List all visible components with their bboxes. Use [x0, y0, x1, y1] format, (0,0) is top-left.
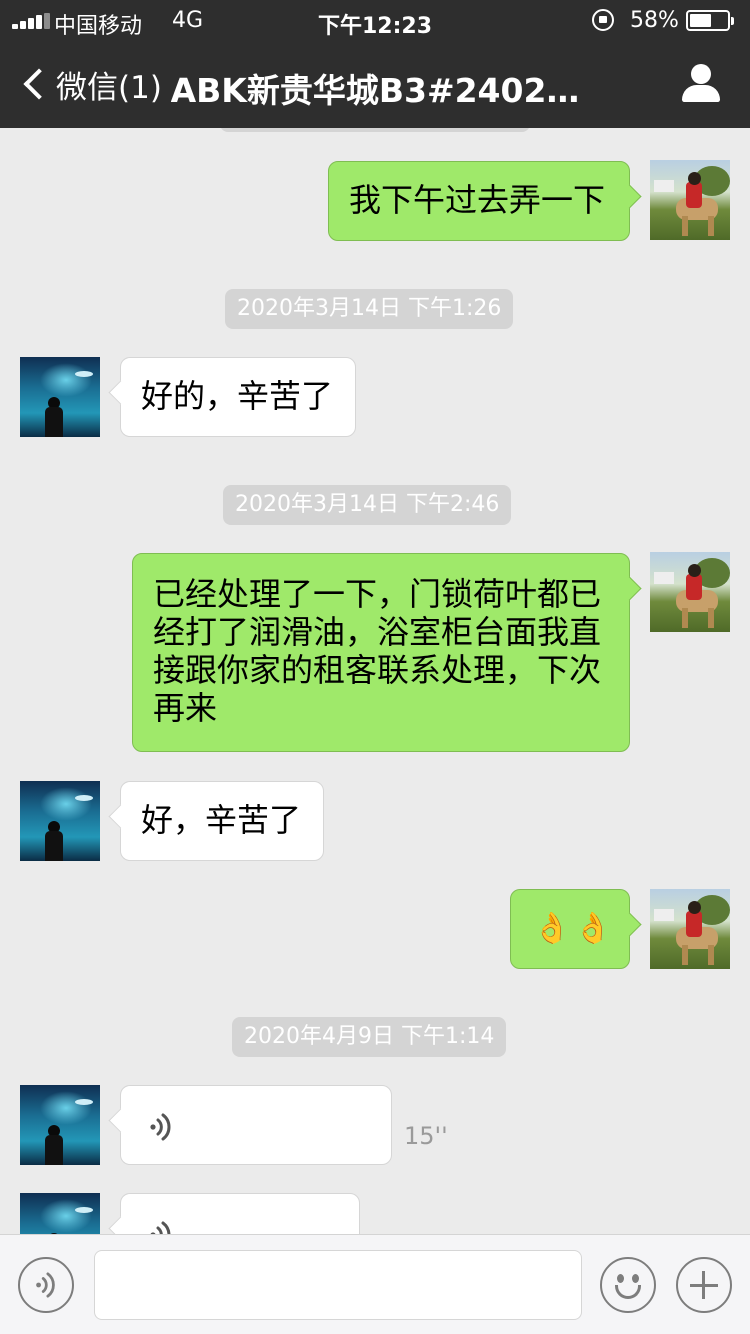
top-bar: 中国移动 4G 下午12:23 58% 微信(1) ABK新贵华城B3#2402…: [0, 0, 750, 128]
message-bubble-sent[interactable]: 我下午过去弄一下: [328, 161, 630, 241]
emoji-button[interactable]: [600, 1257, 656, 1313]
voice-wave-icon: [150, 1113, 171, 1141]
contact-avatar[interactable]: [20, 357, 100, 437]
my-avatar[interactable]: [650, 552, 730, 632]
timestamp: 2020年3月14日 下午2:46: [223, 485, 512, 525]
message-bubble-sent[interactable]: 已经处理了一下，门锁荷叶都已 经打了润滑油，浴室柜台面我直 接跟你家的租客联系处…: [132, 553, 630, 752]
voice-message-bubble[interactable]: [120, 1085, 392, 1165]
voice-duration: 15'': [404, 1122, 448, 1150]
my-avatar[interactable]: [650, 160, 730, 240]
message-bubble-sent[interactable]: 👌 👌: [510, 889, 630, 969]
emoji-message: 👌 👌: [511, 890, 629, 968]
timestamp-partial: [220, 128, 530, 132]
contact-avatar[interactable]: [20, 1193, 100, 1234]
message-line: 接跟你家的租客联系处理，下次: [153, 651, 602, 689]
message-text-multiline: 已经处理了一下，门锁荷叶都已 经打了润滑油，浴室柜台面我直 接跟你家的租客联系处…: [133, 554, 629, 746]
plus-icon[interactable]: [676, 1257, 732, 1313]
timestamp: 2020年4月9日 下午1:14: [232, 1017, 507, 1057]
message-bubble-received[interactable]: 好，辛苦了: [120, 781, 324, 861]
chat-title: ABK新贵华城B3#2402…: [0, 64, 750, 112]
voice-message-bubble[interactable]: [120, 1193, 360, 1234]
my-avatar[interactable]: [650, 889, 730, 969]
voice-wave-icon: [150, 1221, 171, 1234]
message-text: 好的，辛苦了: [141, 377, 334, 415]
message-input[interactable]: [94, 1250, 582, 1320]
person-icon[interactable]: [680, 64, 722, 104]
orientation-lock-icon: [592, 9, 614, 31]
message-bubble-received[interactable]: 好的，辛苦了: [120, 357, 356, 437]
timestamp: 2020年3月14日 下午1:26: [225, 289, 514, 329]
ok-hand-icon: 👌: [533, 911, 571, 946]
contact-avatar[interactable]: [20, 781, 100, 861]
nav-bar: 微信(1) ABK新贵华城B3#2402…: [0, 40, 750, 128]
battery-fill: [690, 14, 711, 27]
chat-area[interactable]: 我下午过去弄一下 2020年3月14日 下午1:26 好的，辛苦了 2020年3…: [0, 128, 750, 1234]
input-bar: [0, 1234, 750, 1334]
ok-hand-icon: 👌: [574, 911, 612, 946]
contact-avatar[interactable]: [20, 1085, 100, 1165]
battery-icon: [686, 10, 734, 31]
status-bar: 中国移动 4G 下午12:23 58%: [0, 0, 750, 40]
message-line: 再来: [153, 689, 218, 727]
battery-percent: 58%: [630, 8, 679, 33]
message-text: 好，辛苦了: [141, 801, 302, 839]
chat-title-text: ABK新贵华城B3#2402…: [170, 71, 580, 110]
voice-mode-icon: [36, 1272, 55, 1298]
message-line: 已经处理了一下，门锁荷叶都已: [153, 575, 602, 613]
message-text: 我下午过去弄一下: [349, 181, 606, 219]
message-line: 经打了润滑油，浴室柜台面我直: [153, 613, 602, 651]
voice-mode-button[interactable]: [18, 1257, 74, 1313]
